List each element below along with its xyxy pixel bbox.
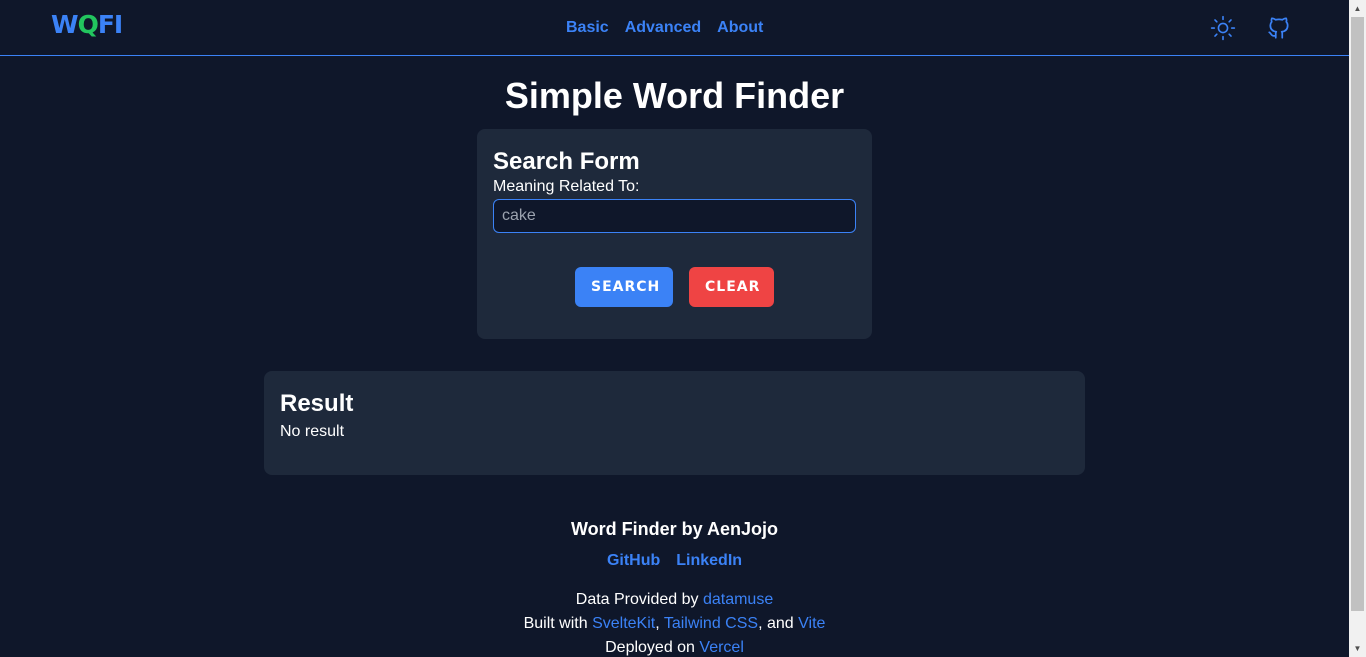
built-with-prefix: Built with (523, 615, 588, 632)
datamuse-link[interactable]: datamuse (703, 591, 773, 608)
footer-link-linkedin[interactable]: LinkedIn (676, 550, 742, 572)
footer: Word Finder by AenJojo GitHub LinkedIn D… (0, 516, 1349, 657)
deployed-on-line: Deployed on Vercel (0, 636, 1349, 657)
scroll-down-arrow-icon[interactable]: ▼ (1349, 640, 1366, 657)
footer-title: Word Finder by AenJojo (570, 519, 778, 539)
meaning-input[interactable] (493, 199, 856, 233)
search-button[interactable]: SEARCH (575, 267, 673, 307)
logo[interactable]: WQFI (51, 10, 123, 40)
github-link-button[interactable] (1265, 14, 1293, 42)
meaning-field-label: Meaning Related To: (493, 178, 640, 195)
clear-button[interactable]: CLEAR (689, 267, 774, 307)
deployed-on-prefix: Deployed on (605, 639, 695, 656)
tailwind-link[interactable]: Tailwind CSS (664, 615, 758, 632)
nav-link-advanced[interactable]: Advanced (625, 17, 701, 39)
footer-link-github[interactable]: GitHub (607, 550, 660, 572)
page-title: Simple Word Finder (504, 75, 845, 116)
sveltekit-link[interactable]: SvelteKit (592, 615, 655, 632)
search-form-card: Search Form Meaning Related To: SEARCH C… (477, 129, 872, 339)
logo-letter-w: W (51, 10, 79, 39)
page: WQFI Basic Advanced About Simple Word Fi… (0, 0, 1349, 657)
search-form-heading: Search Form (493, 148, 640, 175)
form-button-row: SEARCH CLEAR (477, 267, 872, 307)
vercel-link[interactable]: Vercel (699, 639, 743, 656)
scroll-up-arrow-icon[interactable]: ▲ (1349, 0, 1366, 17)
navbar: WQFI Basic Advanced About (0, 0, 1349, 56)
footer-social-links: GitHub LinkedIn (0, 550, 1349, 572)
result-heading: Result (280, 390, 354, 417)
result-card: Result No result (264, 371, 1085, 475)
built-with-separator-2: , and (758, 615, 794, 632)
github-icon (1268, 17, 1289, 39)
main-nav: Basic Advanced About (566, 17, 763, 39)
nav-link-about[interactable]: About (717, 17, 763, 39)
vite-link[interactable]: Vite (798, 615, 825, 632)
logo-letters-fi: FI (97, 10, 123, 39)
data-credit-prefix: Data Provided by (575, 591, 699, 608)
nav-link-basic[interactable]: Basic (566, 17, 609, 39)
scrollbar-thumb[interactable] (1351, 17, 1364, 611)
data-credit-line: Data Provided by datamuse (0, 588, 1349, 612)
result-text: No result (280, 423, 345, 440)
built-with-line: Built with SvelteKit, Tailwind CSS, and … (0, 612, 1349, 636)
built-with-separator-1: , (655, 615, 660, 632)
logo-magnifier-q: Q (77, 10, 99, 39)
vertical-scrollbar[interactable]: ▲ ▼ (1349, 0, 1366, 657)
footer-credits: Data Provided by datamuse Built with Sve… (0, 588, 1349, 657)
theme-toggle-button[interactable] (1209, 14, 1237, 42)
sun-icon (1210, 15, 1236, 41)
